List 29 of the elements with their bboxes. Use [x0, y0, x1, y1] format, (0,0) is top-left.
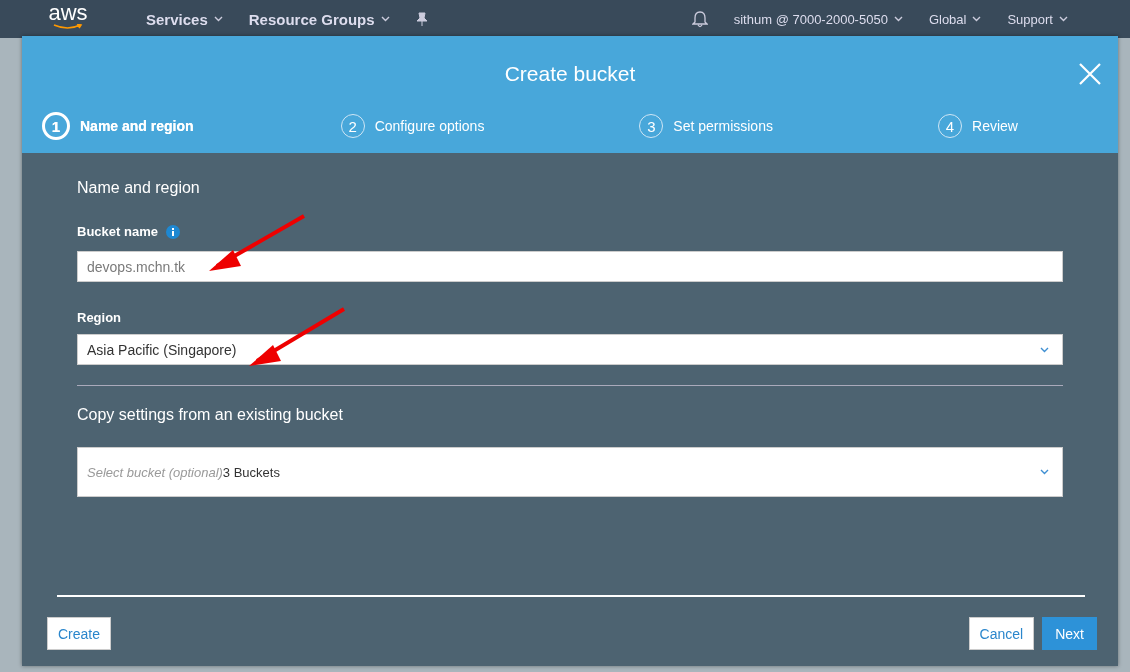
section-title: Name and region: [77, 179, 201, 197]
field-label: Region: [77, 310, 122, 325]
nav-menu[interactable]: Resource Groups: [248, 10, 390, 28]
account-menu[interactable]: sithum @ 7000-2000-5050: [733, 11, 903, 27]
chevron-down-icon: [972, 16, 982, 22]
region-select[interactable]: Asia Pacific (Singapore): [77, 334, 1063, 365]
create-button[interactable]: Create: [47, 617, 112, 650]
field-label: Bucket name: [77, 224, 158, 239]
pin-icon[interactable]: [415, 12, 428, 26]
close-icon[interactable]: [1079, 63, 1101, 85]
nav-menu[interactable]: Services: [146, 10, 223, 28]
support-menu[interactable]: Support: [1007, 11, 1068, 27]
chevron-down-icon: [213, 16, 223, 22]
cancel-button[interactable]: Cancel: [968, 617, 1035, 650]
logo-text: aws: [48, 2, 88, 24]
logo[interactable]: aws: [48, 2, 88, 30]
dialog-title: Create bucket: [504, 62, 636, 86]
chevron-down-icon: [380, 16, 390, 22]
region-menu[interactable]: Global: [928, 11, 982, 27]
chevron-down-icon: [1040, 469, 1049, 475]
bucket-name-input[interactable]: devops.mchn.tk: [77, 251, 1063, 282]
section-title: Copy settings from an existing bucket: [77, 406, 344, 424]
bell-icon[interactable]: [691, 10, 708, 28]
chevron-down-icon: [1040, 346, 1049, 353]
chevron-down-icon: [1059, 16, 1068, 22]
info-icon[interactable]: [165, 224, 180, 239]
smile-icon: [53, 24, 83, 30]
bucket-select[interactable]: Select bucket (optional)3 Buckets: [77, 447, 1063, 497]
chevron-down-icon: [893, 16, 903, 22]
